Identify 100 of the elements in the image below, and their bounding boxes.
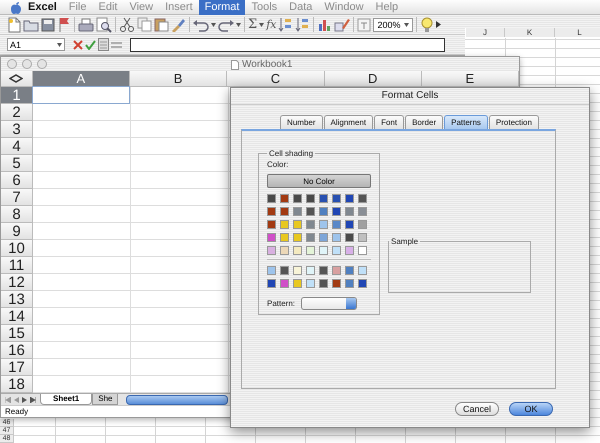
color-swatch[interactable]: [306, 207, 315, 216]
apple-icon[interactable]: [10, 0, 22, 14]
next-sheet-icon[interactable]: [22, 396, 27, 403]
color-swatch[interactable]: [319, 233, 328, 242]
color-swatch[interactable]: [358, 207, 367, 216]
caret-icon[interactable]: [211, 22, 216, 26]
row-header[interactable]: 5: [1, 155, 33, 172]
row-header[interactable]: 15: [1, 325, 33, 342]
row-header[interactable]: 3: [1, 121, 33, 138]
color-swatch[interactable]: [267, 194, 276, 203]
color-swatch[interactable]: [267, 266, 276, 275]
row-header[interactable]: 1: [1, 87, 33, 104]
sheet-tab[interactable]: She: [92, 394, 118, 406]
autosum-button[interactable]: Σ: [248, 17, 258, 32]
color-swatch[interactable]: [332, 279, 341, 288]
scrollbar-thumb[interactable]: [126, 394, 228, 405]
drawing-icon[interactable]: [334, 17, 350, 32]
color-swatch[interactable]: [306, 266, 315, 275]
color-swatch[interactable]: [306, 220, 315, 229]
row-header[interactable]: 2: [1, 104, 33, 122]
color-swatch[interactable]: [345, 194, 354, 203]
pattern-dropdown[interactable]: [301, 297, 358, 310]
row-header[interactable]: 9: [1, 223, 33, 240]
row-header[interactable]: 6: [1, 172, 33, 190]
clipboard-icon[interactable]: [154, 17, 169, 32]
color-swatch[interactable]: [267, 233, 276, 242]
scissors-icon[interactable]: [119, 17, 135, 32]
color-swatch[interactable]: [306, 233, 315, 242]
no-color-button[interactable]: No Color: [267, 174, 371, 188]
color-swatch[interactable]: [280, 207, 289, 216]
color-swatch[interactable]: [319, 194, 328, 203]
sheet-tab[interactable]: Sheet1: [40, 394, 92, 406]
chart-icon[interactable]: [317, 17, 332, 32]
color-swatch[interactable]: [319, 246, 328, 255]
color-swatch[interactable]: [293, 266, 302, 275]
active-cell[interactable]: [32, 86, 130, 104]
flag-icon[interactable]: [57, 17, 71, 32]
color-swatch[interactable]: [332, 266, 341, 275]
color-swatch[interactable]: [332, 233, 341, 242]
color-swatch[interactable]: [332, 207, 341, 216]
column-header[interactable]: K: [505, 28, 555, 37]
copy-icon[interactable]: [137, 17, 152, 32]
row-header[interactable]: 8: [1, 206, 33, 224]
color-swatch[interactable]: [280, 266, 289, 275]
undo-icon[interactable]: [193, 18, 209, 32]
color-swatch[interactable]: [358, 246, 367, 255]
text-box-icon[interactable]: [357, 18, 372, 32]
magnifier-icon[interactable]: [96, 16, 112, 32]
redo-icon[interactable]: [218, 18, 234, 32]
color-swatch[interactable]: [267, 246, 276, 255]
overflow-icon[interactable]: [436, 21, 441, 28]
color-swatch[interactable]: [293, 246, 302, 255]
last-sheet-icon[interactable]: [30, 396, 36, 403]
color-swatch[interactable]: [267, 207, 276, 216]
first-sheet-icon[interactable]: [5, 396, 11, 403]
color-swatch[interactable]: [345, 279, 354, 288]
color-swatch[interactable]: [280, 246, 289, 255]
column-header[interactable]: A: [32, 71, 130, 88]
caret-icon[interactable]: [404, 22, 409, 26]
dialog-button[interactable]: OK: [509, 402, 553, 416]
check-icon[interactable]: [85, 40, 96, 50]
cancel-icon[interactable]: [73, 40, 83, 50]
row-header[interactable]: 11: [1, 257, 33, 274]
color-swatch[interactable]: [358, 194, 367, 203]
window-control-icon[interactable]: [37, 59, 47, 70]
menu-item[interactable]: Format: [198, 0, 246, 14]
color-swatch[interactable]: [280, 194, 289, 203]
color-swatch[interactable]: [280, 279, 289, 288]
column-header[interactable]: J: [466, 28, 505, 37]
name-box[interactable]: A1: [7, 38, 65, 51]
color-swatch[interactable]: [293, 194, 302, 203]
color-swatch[interactable]: [345, 266, 354, 275]
sort-ascending-icon[interactable]: [278, 17, 294, 32]
function-button[interactable]: fx: [266, 18, 276, 31]
tab[interactable]: Border: [405, 115, 444, 129]
color-swatch[interactable]: [293, 233, 302, 242]
color-swatch[interactable]: [332, 220, 341, 229]
row-header[interactable]: 4: [1, 138, 33, 156]
color-swatch[interactable]: [319, 266, 328, 275]
sort-descending-icon[interactable]: [295, 17, 310, 32]
window-control-icon[interactable]: [7, 59, 17, 70]
tab[interactable]: Font: [374, 115, 404, 129]
color-swatch[interactable]: [306, 246, 315, 255]
tab[interactable]: Patterns: [444, 115, 488, 129]
color-swatch[interactable]: [345, 207, 354, 216]
color-swatch[interactable]: [345, 233, 354, 242]
caret-icon[interactable]: [57, 42, 62, 46]
window-control-icon[interactable]: [22, 59, 32, 70]
color-swatch[interactable]: [358, 279, 367, 288]
color-swatch[interactable]: [345, 246, 354, 255]
select-all-icon[interactable]: [9, 74, 24, 84]
column-header[interactable]: B: [130, 71, 228, 88]
column-header[interactable]: C: [227, 71, 325, 88]
caret-icon[interactable]: [236, 22, 241, 26]
column-header[interactable]: E: [422, 71, 520, 88]
caret-icon[interactable]: [259, 22, 264, 26]
color-swatch[interactable]: [280, 220, 289, 229]
printer-icon[interactable]: [78, 18, 94, 32]
color-swatch[interactable]: [345, 220, 354, 229]
color-swatch[interactable]: [280, 233, 289, 242]
